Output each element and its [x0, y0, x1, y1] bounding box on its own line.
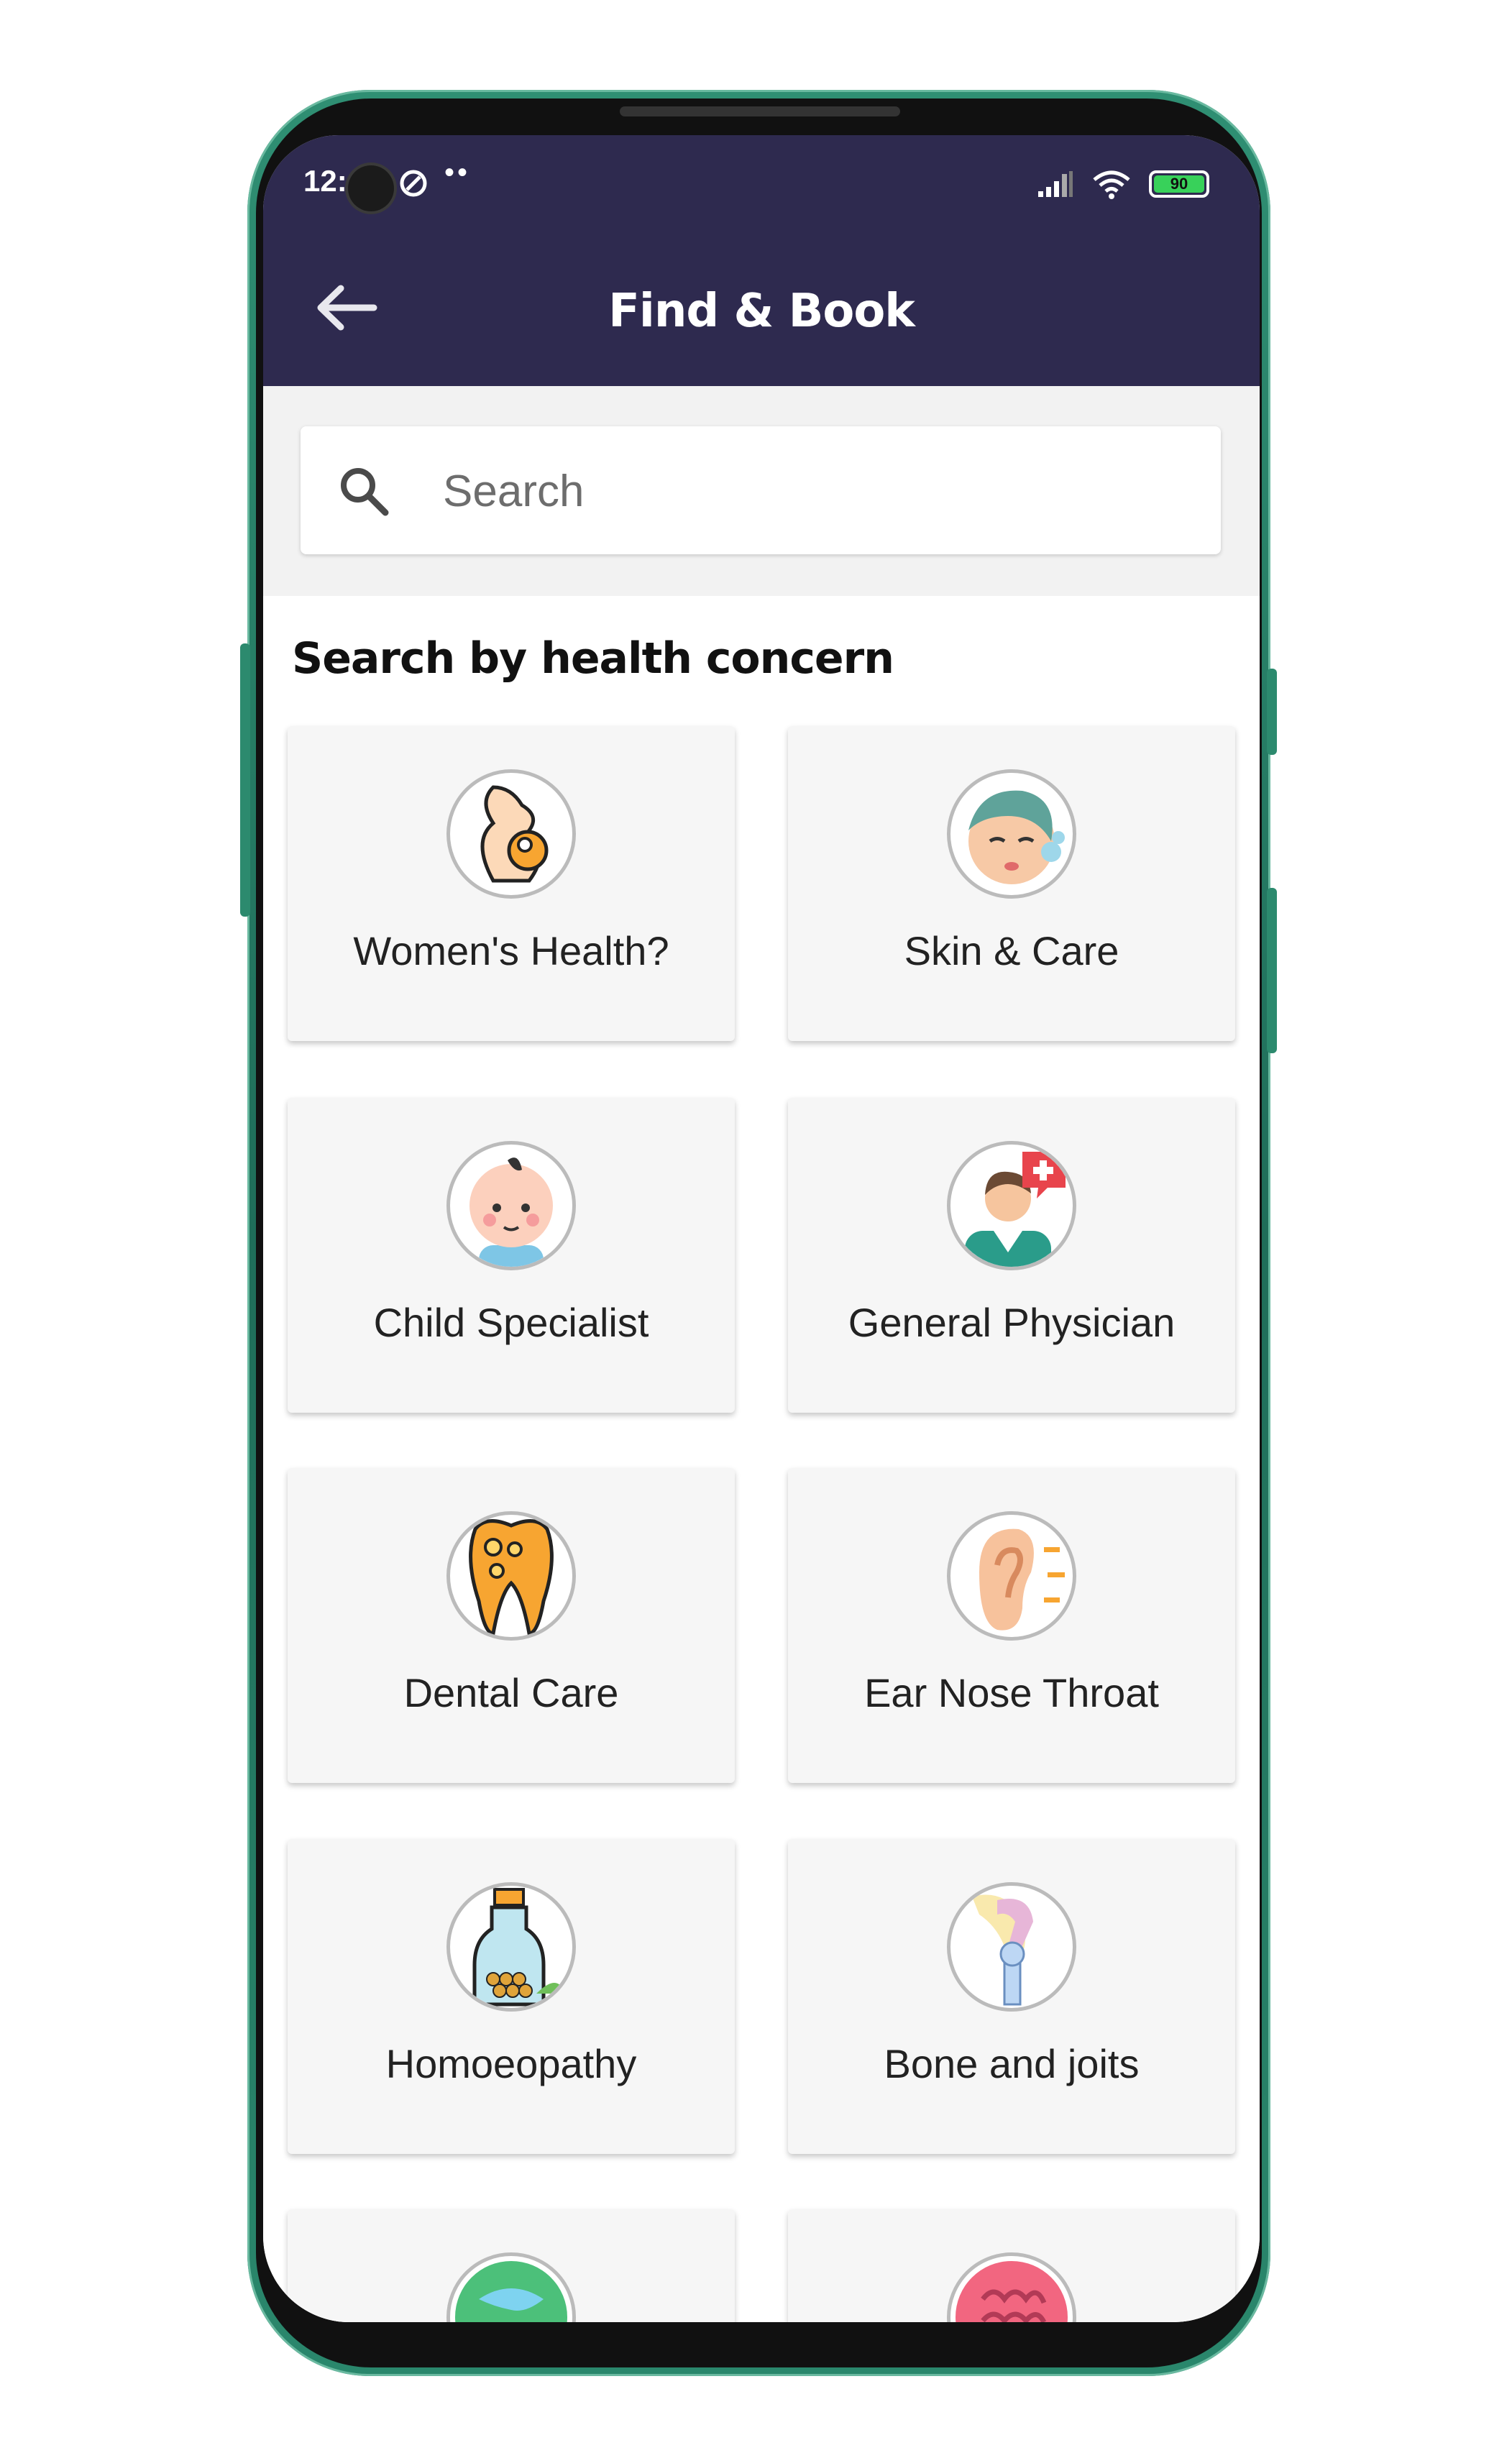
section-title: Search by health concern: [292, 633, 894, 684]
concern-card-partial-2[interactable]: [788, 2209, 1235, 2322]
search-icon: [341, 468, 389, 516]
bone-joint-icon: [947, 1882, 1076, 2012]
concern-card-general-physician[interactable]: General Physician: [788, 1098, 1235, 1413]
baby-icon: [446, 1141, 576, 1270]
notification-dots: ••: [444, 157, 471, 188]
alert-slider: [1267, 669, 1277, 755]
status-icons: 90: [1037, 168, 1209, 200]
card-label: Bone and joits: [884, 2041, 1140, 2086]
medicine-bottle-icon: [446, 1882, 576, 2012]
card-label: Child Specialist: [373, 1300, 649, 1345]
concern-card-ent[interactable]: Ear Nose Throat: [788, 1468, 1235, 1783]
concern-card-womens-health[interactable]: Women's Health?: [288, 726, 735, 1041]
status-time: 12:: [303, 164, 347, 198]
search-section: [263, 386, 1260, 596]
power-button: [1267, 888, 1277, 1053]
concern-card-partial-1[interactable]: [288, 2209, 735, 2322]
front-camera: [348, 165, 394, 211]
card-label: General Physician: [848, 1300, 1176, 1345]
wifi-icon: [1093, 170, 1130, 199]
signal-icon: [1038, 171, 1073, 197]
pregnancy-icon: [446, 769, 576, 899]
doctor-icon: [947, 1141, 1076, 1270]
battery-icon: 90: [1149, 170, 1209, 198]
globe-icon: [446, 2252, 576, 2322]
tooth-icon: [446, 1511, 576, 1641]
concern-card-child-specialist[interactable]: Child Specialist: [288, 1098, 735, 1413]
ear-icon: [947, 1511, 1076, 1641]
brain-icon: [947, 2252, 1076, 2322]
page-title: Find & Book: [608, 285, 915, 338]
concern-card-bone-joints[interactable]: Bone and joits: [788, 1839, 1235, 2154]
search-box[interactable]: [301, 426, 1221, 554]
skin-care-icon: [947, 769, 1076, 899]
card-label: Ear Nose Throat: [864, 1670, 1159, 1715]
card-label: Skin & Care: [904, 928, 1119, 973]
card-label: Homoeopathy: [385, 2041, 637, 2086]
health-concern-section: Search by health concern Women's Health?: [263, 596, 1260, 2322]
search-input[interactable]: [441, 458, 1163, 524]
earpiece: [620, 106, 900, 116]
concern-card-homoeopathy[interactable]: Homoeopathy: [288, 1839, 735, 2154]
card-label: Women's Health?: [353, 928, 669, 973]
volume-button: [240, 643, 250, 917]
battery-level: 90: [1170, 175, 1188, 193]
app-bar: 12: •• 90 Find & Book: [263, 135, 1260, 386]
concern-card-skin-care[interactable]: Skin & Care: [788, 726, 1235, 1041]
sync-status-icon: [400, 170, 427, 197]
card-label: Dental Care: [403, 1670, 619, 1715]
concern-card-dental-care[interactable]: Dental Care: [288, 1468, 735, 1783]
screen: 12: •• 90 Find & Book Search Search by h…: [263, 135, 1260, 2322]
